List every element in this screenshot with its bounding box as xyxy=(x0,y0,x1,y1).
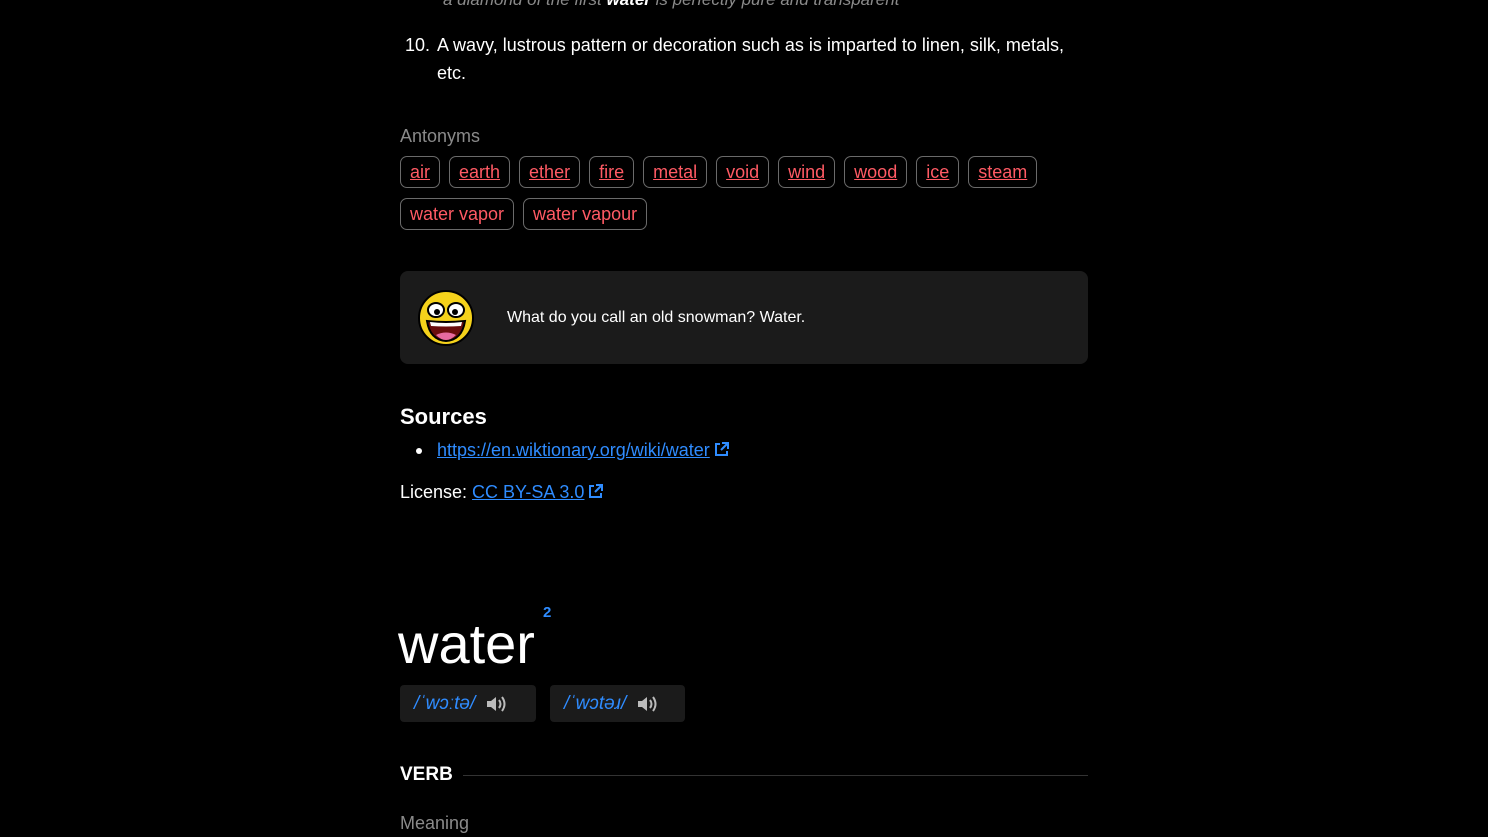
joke-card: What do you call an old snowman? Water. xyxy=(400,271,1088,364)
part-of-speech: VERB xyxy=(400,764,453,785)
headword: water xyxy=(398,612,535,675)
definition-number: 10. xyxy=(405,35,431,55)
speaker-icon xyxy=(487,695,506,712)
pronunciation-uk[interactable]: /ˈwɔːtə/ xyxy=(400,685,536,722)
antonym-chip[interactable]: ether xyxy=(519,156,581,188)
example-text-after: is perfectly pure and transparent xyxy=(651,0,900,9)
dictionary-page: a diamond of the first water is perfectl… xyxy=(0,0,1488,837)
example-highlight: water xyxy=(606,0,650,9)
meaning-label: Meaning xyxy=(400,813,470,833)
license-link-text: CC BY-SA 3.0 xyxy=(472,482,585,502)
license-link[interactable]: CC BY-SA 3.0 xyxy=(472,482,604,502)
usage-example: a diamond of the first water is perfectl… xyxy=(443,0,899,10)
license-label: License: xyxy=(400,482,473,502)
antonym-chip[interactable]: void xyxy=(716,156,770,188)
definition-text: A wavy, lustrous pattern or decoration s… xyxy=(437,35,1064,83)
antonyms-label: Antonyms xyxy=(400,126,481,146)
sources-title: Sources xyxy=(400,404,487,429)
homograph-number: 2 xyxy=(543,604,552,621)
pronunciation-text: /ˈwɔːtə/ xyxy=(414,692,476,714)
part-of-speech-header: VERB xyxy=(400,764,1088,786)
definition-item: 10. A wavy, lustrous pattern or decorati… xyxy=(405,31,1095,87)
speaker-icon xyxy=(638,695,657,712)
divider xyxy=(462,774,1088,776)
antonym-chip[interactable]: earth xyxy=(449,156,511,188)
external-link-icon xyxy=(589,484,604,498)
joke-text: What do you call an old snowman? Water. xyxy=(507,308,806,326)
sources-list: https://en.wiktionary.org/wiki/water xyxy=(416,440,730,461)
antonym-chip[interactable]: fire xyxy=(589,156,635,188)
laughing-face-icon xyxy=(418,289,474,346)
pronunciation-text: /ˈwɔtəɹ/ xyxy=(564,692,627,714)
antonym-chip[interactable]: metal xyxy=(643,156,708,188)
antonym-chip[interactable]: wind xyxy=(778,156,836,188)
license-line: License: CC BY-SA 3.0 xyxy=(400,482,604,503)
external-link-icon xyxy=(714,442,729,456)
example-text-before: a diamond of the first xyxy=(443,0,606,9)
antonym-chip[interactable]: wood xyxy=(844,156,908,188)
antonym-chip[interactable]: air xyxy=(400,156,441,188)
antonym-chip[interactable]: water vapor xyxy=(400,198,515,230)
source-link[interactable]: https://en.wiktionary.org/wiki/water xyxy=(437,440,730,461)
antonym-chip[interactable]: ice xyxy=(916,156,960,188)
antonym-chip[interactable]: steam xyxy=(968,156,1038,188)
antonyms-list: air earth ether fire metal void wind wood ice ste… xyxy=(400,156,1090,230)
antonym-chip[interactable]: water vapour xyxy=(523,198,648,230)
pronunciation-us[interactable]: /ˈwɔtəɹ/ xyxy=(550,685,685,722)
source-link-text: https://en.wiktionary.org/wiki/water xyxy=(437,440,710,460)
list-bullet xyxy=(416,447,422,454)
